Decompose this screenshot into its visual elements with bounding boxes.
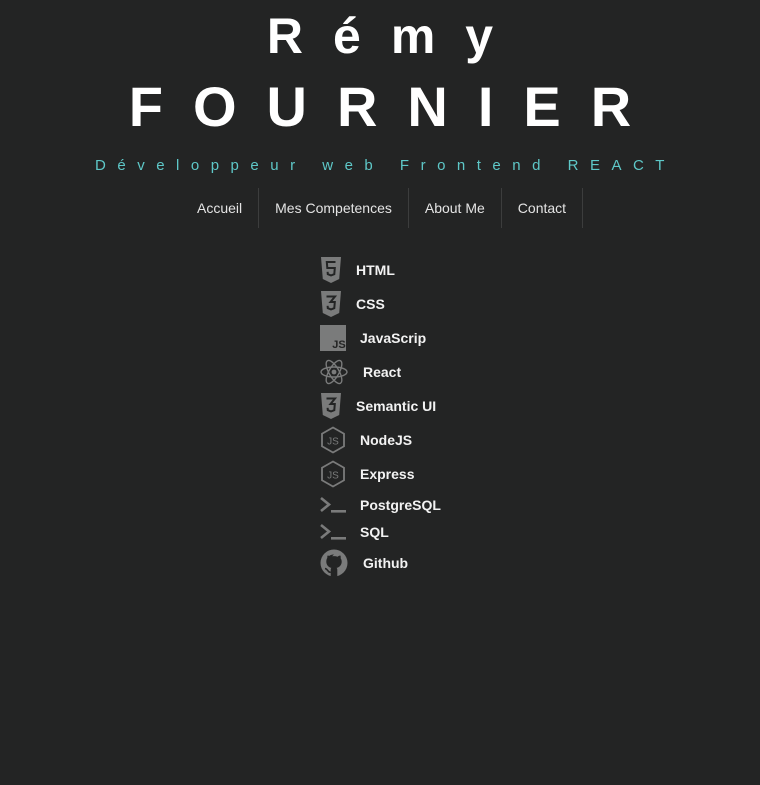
first-name-title: Rémy [266,8,524,64]
skill-item-nodejs: JS NodeJS [319,425,412,455]
main-nav: Accueil Mes Competences About Me Contact [181,188,584,228]
svg-text:JS: JS [327,437,339,448]
nav-item-accueil[interactable]: Accueil [181,188,260,228]
skill-label: React [363,364,402,380]
skill-item-postgresql: PostgreSQL [319,490,441,520]
github-icon [319,548,349,578]
skill-label: Github [363,555,409,571]
nodejs-icon: JS [319,425,347,455]
skill-label: NodeJS [360,432,413,448]
terminal-icon [319,517,347,547]
react-icon [319,357,349,387]
svg-text:JS: JS [327,471,339,482]
skill-item-github: Github [319,548,408,578]
skill-item-sql: SQL [319,517,389,547]
nodejs-icon: JS [319,459,347,489]
nav-item-competences[interactable]: Mes Competences [259,188,409,228]
skill-item-semantic-ui: Semantic UI [319,391,436,421]
nav-item-contact[interactable]: Contact [502,188,584,228]
css3-icon [319,391,343,421]
nav-item-about-me[interactable]: About Me [409,188,502,228]
skill-item-react: React [319,357,401,387]
last-name-title: FOURNIER [128,75,662,138]
skill-label: JavaScrip [360,330,427,346]
skill-item-javascript: JS JavaScrip [319,323,426,353]
skill-item-html: HTML [319,255,395,285]
terminal-icon [319,490,347,520]
job-subtitle: Développeur web Frontend REACT [95,157,676,174]
skill-item-css: CSS [319,289,385,319]
skill-label: HTML [356,262,395,278]
skill-label: Semantic UI [356,398,437,414]
svg-text:JS: JS [332,339,345,351]
html5-icon [319,255,343,285]
skill-label: PostgreSQL [360,497,441,513]
skill-item-express: JS Express [319,459,414,489]
skill-label: SQL [360,524,389,540]
skill-label: Express [360,466,415,482]
css3-icon [319,289,343,319]
javascript-icon: JS [319,323,347,353]
skill-label: CSS [356,296,385,312]
